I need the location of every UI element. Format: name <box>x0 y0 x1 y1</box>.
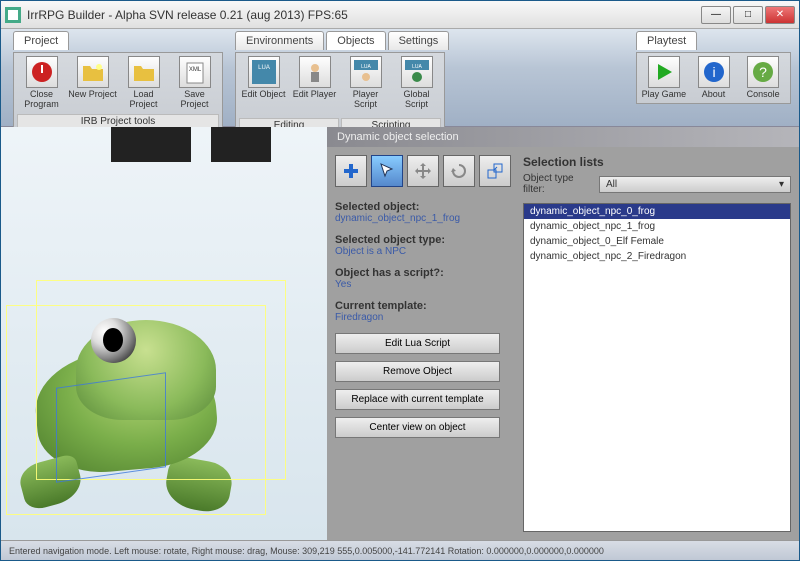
info-icon: i <box>702 60 726 84</box>
window-title: IrrRPG Builder - Alpha SVN release 0.21 … <box>27 8 701 22</box>
svg-text:LUA: LUA <box>258 65 270 71</box>
new-project-button[interactable]: New Project <box>68 56 117 110</box>
app-window: IrrRPG Builder - Alpha SVN release 0.21 … <box>0 0 800 561</box>
close-program-button[interactable]: Close Program <box>17 56 66 110</box>
dark-object-1 <box>111 127 191 162</box>
titlebar: IrrRPG Builder - Alpha SVN release 0.21 … <box>1 1 799 29</box>
selected-object-value: dynamic_object_npc_1_frog <box>335 213 515 224</box>
selected-type-value: Object is a NPC <box>335 246 515 257</box>
tab-project[interactable]: Project <box>13 31 69 50</box>
window-controls: — □ ✕ <box>701 6 795 24</box>
play-icon <box>652 60 676 84</box>
template-label: Current template: <box>335 300 515 312</box>
panel-right-column: Selection lists Object type filter: All … <box>523 155 791 532</box>
power-icon <box>30 60 54 84</box>
template-value: Firedragon <box>335 312 515 323</box>
side-panel: Dynamic object selection Selected object… <box>327 127 799 540</box>
tab-group-project: Project <box>13 31 71 50</box>
tab-objects[interactable]: Objects <box>326 31 385 50</box>
filter-select[interactable]: All ▾ <box>599 176 791 193</box>
filter-label: Object type filter: <box>523 173 593 195</box>
folder-open-icon <box>132 60 156 84</box>
svg-text:?: ? <box>759 64 767 80</box>
toolbar-area: Project Close Program New Project Load P… <box>1 29 799 127</box>
center-view-button[interactable]: Center view on object <box>335 417 500 438</box>
lua-cube-icon: LUA <box>252 60 276 84</box>
edit-lua-script-button[interactable]: Edit Lua Script <box>335 333 500 354</box>
svg-text:LUA: LUA <box>412 64 422 70</box>
has-script-label: Object has a script?: <box>335 267 515 279</box>
has-script-value: Yes <box>335 279 515 290</box>
select-object-button[interactable] <box>371 155 403 187</box>
main-area: Dynamic object selection Selected object… <box>1 127 799 540</box>
edit-object-button[interactable]: LUA Edit Object <box>239 56 288 110</box>
load-project-button[interactable]: Load Project <box>119 56 168 110</box>
player-script-button[interactable]: LUA Player Script <box>341 56 390 110</box>
remove-object-button[interactable]: Remove Object <box>335 361 500 382</box>
rotate-object-button[interactable] <box>443 155 475 187</box>
app-icon <box>5 7 21 23</box>
scale-icon <box>486 162 504 180</box>
lua-globe-icon: LUA <box>405 60 429 84</box>
selected-type-label: Selected object type: <box>335 234 515 246</box>
rotate-icon <box>450 162 468 180</box>
list-item[interactable]: dynamic_object_0_Elf Female <box>524 234 790 249</box>
list-item[interactable]: dynamic_object_npc_1_frog <box>524 219 790 234</box>
selected-object-label: Selected object: <box>335 201 515 213</box>
plus-icon <box>342 162 360 180</box>
replace-template-button[interactable]: Replace with current template <box>335 389 500 410</box>
panel-title: Dynamic object selection <box>327 127 799 147</box>
move-icon <box>414 162 432 180</box>
statusbar: Entered navigation mode. Left mouse: rot… <box>1 540 799 560</box>
edit-player-button[interactable]: Edit Player <box>290 56 339 110</box>
svg-text:i: i <box>712 64 715 80</box>
svg-text:XML: XML <box>188 67 201 73</box>
cursor-icon <box>378 162 396 180</box>
minimize-button[interactable]: — <box>701 6 731 24</box>
question-icon: ? <box>751 60 775 84</box>
tab-environments[interactable]: Environments <box>235 31 324 50</box>
folder-new-icon <box>81 60 105 84</box>
list-item[interactable]: dynamic_object_npc_0_frog <box>524 204 790 219</box>
console-button[interactable]: ? Console <box>739 56 787 100</box>
close-button[interactable]: ✕ <box>765 6 795 24</box>
xml-file-icon: XML <box>183 60 207 84</box>
maximize-button[interactable]: □ <box>733 6 763 24</box>
status-text: Entered navigation mode. Left mouse: rot… <box>9 546 604 556</box>
list-item[interactable]: dynamic_object_npc_2_Firedragon <box>524 249 790 264</box>
filter-value: All <box>606 179 617 190</box>
panel-left-column: Selected object: dynamic_object_npc_1_fr… <box>335 155 515 532</box>
selection-gizmo <box>56 372 166 482</box>
selection-lists-header: Selection lists <box>523 155 791 169</box>
panel-playtest: Play Game i About ? Console <box>636 52 791 104</box>
tab-group-editor: Environments Objects Settings <box>235 31 451 50</box>
play-game-button[interactable]: Play Game <box>640 56 688 100</box>
viewport-3d[interactable] <box>1 127 327 540</box>
lua-player-icon: LUA <box>354 60 378 84</box>
scene <box>1 127 327 540</box>
save-project-button[interactable]: XML Save Project <box>170 56 219 110</box>
scale-object-button[interactable] <box>479 155 511 187</box>
tab-playtest[interactable]: Playtest <box>636 31 697 50</box>
panel-objects: LUA Edit Object Edit Player LUA Player S… <box>235 52 445 137</box>
svg-text:LUA: LUA <box>361 64 371 70</box>
object-list[interactable]: dynamic_object_npc_0_frogdynamic_object_… <box>523 203 791 532</box>
about-button[interactable]: i About <box>690 56 738 100</box>
dark-object-2 <box>211 127 271 162</box>
global-script-button[interactable]: LUA Global Script <box>392 56 441 110</box>
add-object-button[interactable] <box>335 155 367 187</box>
player-icon <box>303 60 327 84</box>
tab-group-playtest: Playtest <box>636 31 699 50</box>
panel-project: Close Program New Project Load Project X… <box>13 52 223 133</box>
chevron-down-icon: ▾ <box>779 179 784 190</box>
move-object-button[interactable] <box>407 155 439 187</box>
tab-settings[interactable]: Settings <box>388 31 450 50</box>
